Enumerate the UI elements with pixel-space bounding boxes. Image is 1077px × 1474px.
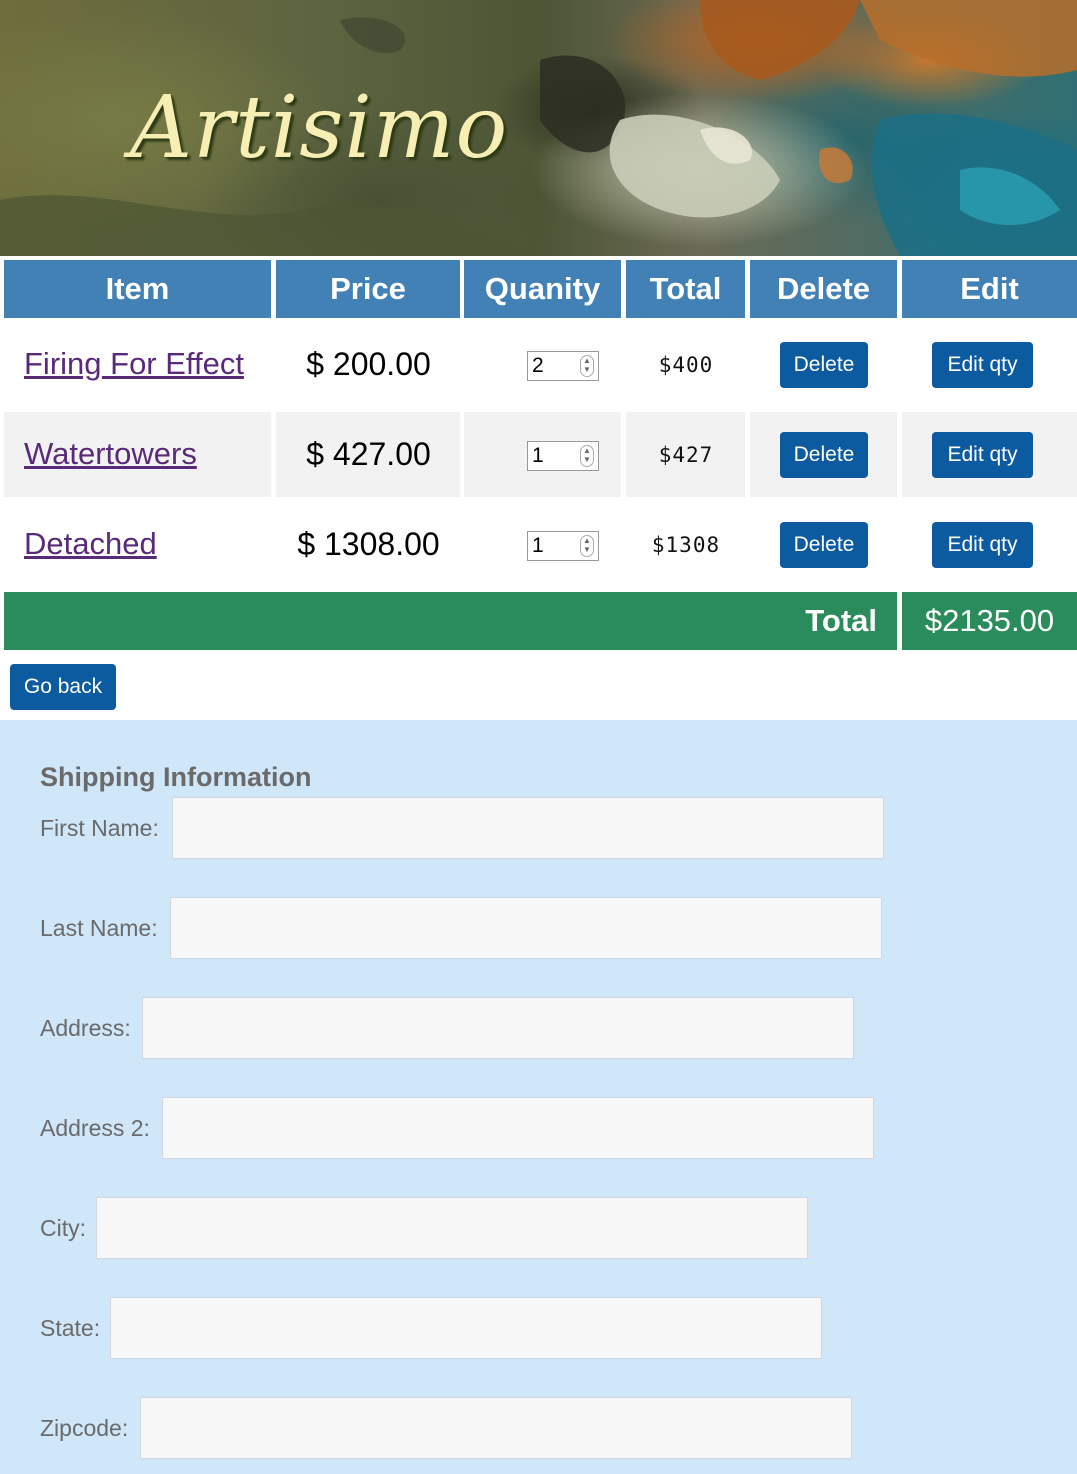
address-label: Address: [40,1015,131,1041]
go-back-button[interactable]: Go back [10,664,116,710]
first-name-label: First Name: [40,815,159,841]
column-header-price: Price [276,260,460,318]
shipping-title: Shipping Information [40,762,312,792]
brand-logo: Artisimo [130,78,509,178]
stepper-arrows-icon[interactable]: ▲ ▼ [580,535,594,557]
zipcode-label: Zipcode: [40,1415,129,1441]
quantity-stepper[interactable]: 1 ▲ ▼ [527,531,599,561]
edit-qty-button[interactable]: Edit qty [932,432,1033,478]
column-header-quantity: Quanity [464,260,621,318]
quantity-stepper[interactable]: 2 ▲ ▼ [527,351,599,381]
item-link[interactable]: Watertowers [24,436,197,472]
address2-label: Address 2: [40,1115,150,1141]
city-field[interactable] [96,1197,808,1259]
state-field[interactable] [110,1297,822,1359]
item-price: $ 427.00 [306,436,431,472]
item-link[interactable]: Firing For Effect [24,346,244,382]
edit-qty-button[interactable]: Edit qty [932,522,1033,568]
column-header-item: Item [4,260,271,318]
quantity-value: 2 [532,354,544,377]
line-total: $1308 [651,533,721,557]
grand-total-value: $2135.00 [902,592,1077,650]
column-header-total: Total [626,260,745,318]
banner-image: Artisimo [0,0,1077,256]
zipcode-field[interactable] [140,1397,852,1459]
last-name-field[interactable] [170,897,882,959]
stepper-arrows-icon[interactable]: ▲ ▼ [580,445,594,467]
edit-qty-button[interactable]: Edit qty [932,342,1033,388]
column-header-edit: Edit [902,260,1077,318]
stepper-arrows-icon[interactable]: ▲ ▼ [580,355,594,377]
line-total: $427 [658,443,714,467]
delete-button[interactable]: Delete [780,432,868,478]
column-header-delete: Delete [750,260,897,318]
grand-total-label: Total [4,592,897,650]
last-name-label: Last Name: [40,915,158,941]
quantity-value: 1 [532,444,544,467]
city-label: City: [40,1215,86,1241]
state-label: State: [40,1315,101,1341]
delete-button[interactable]: Delete [780,522,868,568]
delete-button[interactable]: Delete [780,342,868,388]
address-field[interactable] [142,997,854,1059]
quantity-value: 1 [532,534,544,557]
first-name-field[interactable] [172,797,884,859]
item-price: $ 200.00 [306,346,431,382]
shipping-form: Shipping Information First Name: Last Na… [0,720,1077,1474]
address2-field[interactable] [162,1097,874,1159]
line-total: $400 [658,353,714,377]
item-link[interactable]: Detached [24,526,157,562]
quantity-stepper[interactable]: 1 ▲ ▼ [527,441,599,471]
item-price: $ 1308.00 [297,526,440,562]
